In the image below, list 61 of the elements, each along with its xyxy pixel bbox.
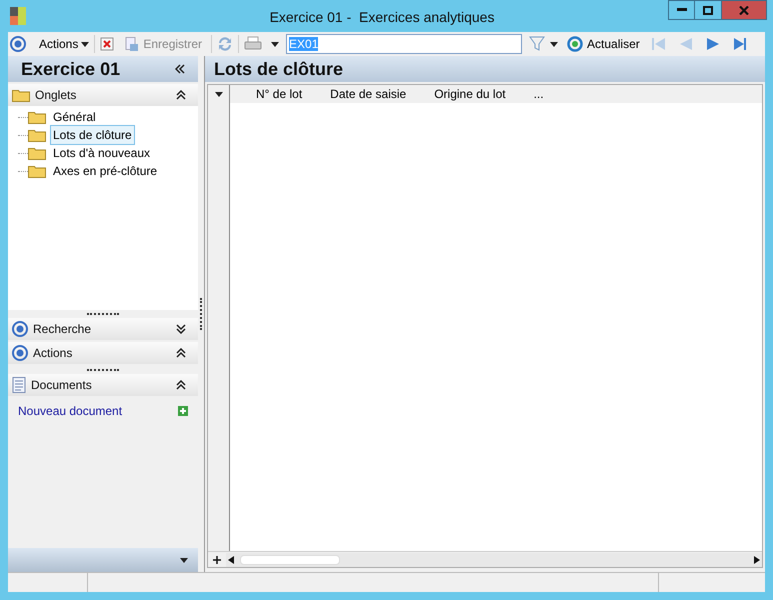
folder-icon: [28, 128, 46, 142]
scroll-thumb[interactable]: [240, 554, 340, 564]
column-header[interactable]: Origine du lot: [434, 85, 506, 103]
close-button[interactable]: [722, 0, 767, 20]
tree-item[interactable]: Général: [50, 107, 99, 127]
column-header[interactable]: Date de saisie: [330, 85, 406, 103]
actions-menu[interactable]: Actions: [39, 35, 90, 53]
collapse-icon[interactable]: [176, 90, 186, 100]
section-title: Onglets: [35, 87, 76, 104]
last-icon[interactable]: [732, 37, 748, 51]
maximize-icon: [703, 6, 713, 14]
target-icon: [12, 321, 28, 337]
column-header[interactable]: ...: [534, 85, 544, 103]
sidebar-title: Exercice 01: [21, 58, 120, 80]
add-icon[interactable]: [178, 406, 188, 416]
caret-icon: [180, 558, 188, 562]
folder-icon: [28, 164, 46, 178]
target-icon: [12, 345, 28, 361]
minimize-icon: [676, 8, 686, 12]
window-title: Exercice 01 - Exercices analytiques: [270, 8, 494, 27]
caret-icon: [81, 42, 90, 46]
section-title: Documents: [31, 377, 92, 394]
caret-icon: [550, 42, 558, 46]
filter-icon[interactable]: [529, 36, 546, 52]
close-icon: [739, 6, 749, 14]
section-title: Recherche: [33, 321, 92, 338]
scroll-right-icon[interactable]: [754, 556, 760, 564]
section-title: Actions: [33, 345, 72, 362]
tree-item[interactable]: Axes en pré-clôture: [50, 161, 160, 181]
section-header[interactable]: Onglets: [8, 84, 198, 106]
new-document-link[interactable]: Nouveau document: [18, 402, 122, 420]
horizontal-scrollbar[interactable]: [226, 552, 762, 566]
caret-icon: [271, 42, 280, 46]
next-icon[interactable]: [704, 37, 721, 51]
section-header[interactable]: Actions: [8, 342, 198, 364]
search-value: EX01: [289, 37, 318, 51]
content-title: Lots de clôture: [214, 58, 344, 80]
document-icon: [12, 377, 26, 393]
save-icon: [125, 36, 140, 52]
section-header[interactable]: Recherche: [8, 318, 198, 340]
folder-icon: [28, 110, 46, 124]
refresh-button[interactable]: Actualiser: [567, 35, 640, 53]
section-header[interactable]: Documents: [8, 374, 198, 396]
collapse-icon[interactable]: [176, 348, 186, 358]
folder-icon: [12, 88, 30, 102]
app-logo-icon: [10, 7, 26, 25]
collapse-icon[interactable]: [176, 380, 186, 390]
collapse-panel-icon[interactable]: [175, 64, 185, 74]
tree-item[interactable]: Lots d'à nouveaux: [50, 143, 154, 163]
minimize-button[interactable]: [668, 0, 695, 20]
printer-icon[interactable]: [244, 36, 262, 52]
refresh-icon: [567, 36, 584, 52]
scroll-left-icon[interactable]: [228, 556, 234, 564]
folder-icon: [28, 146, 46, 160]
expand-icon[interactable]: [176, 324, 186, 334]
add-row-icon[interactable]: [213, 556, 221, 564]
target-icon: [10, 36, 26, 52]
caret-icon: [214, 92, 222, 96]
column-header[interactable]: N° de lot: [256, 85, 302, 103]
tree-item[interactable]: Lots de clôture: [50, 125, 135, 145]
delete-icon[interactable]: [100, 37, 114, 51]
